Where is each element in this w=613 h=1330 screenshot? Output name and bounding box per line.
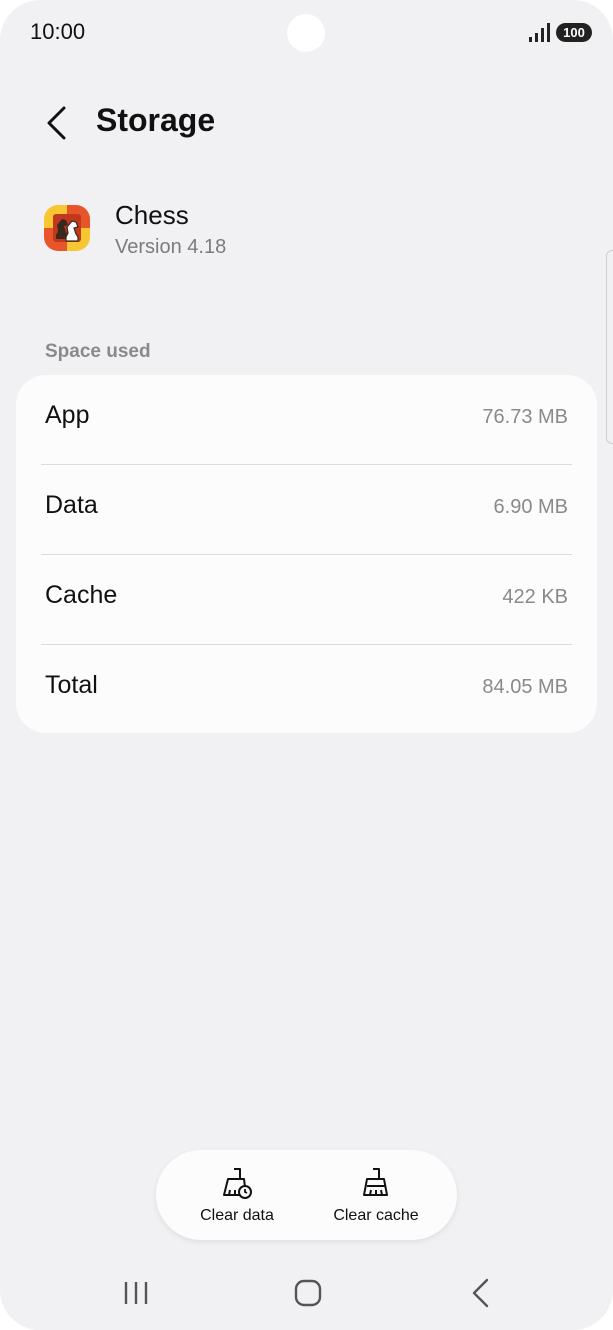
- broom-icon: [363, 1168, 388, 1196]
- clear-data-button[interactable]: Clear data: [162, 1150, 312, 1240]
- row-label: Total: [45, 671, 98, 699]
- navigation-bar: [0, 1260, 613, 1324]
- recent-apps-icon: [124, 1282, 148, 1304]
- home-button[interactable]: [278, 1272, 338, 1312]
- edge-panel-handle[interactable]: [606, 250, 613, 444]
- storage-row-cache: Cache 422 KB: [16, 555, 597, 644]
- back-icon: [472, 1278, 489, 1308]
- signal-icon: [529, 23, 550, 42]
- storage-row-app: App 76.73 MB: [16, 375, 597, 464]
- recent-apps-button[interactable]: [106, 1272, 166, 1312]
- broom-clock-icon: [223, 1168, 252, 1199]
- status-bar: 10:00 100: [0, 0, 613, 64]
- storage-screen: 10:00 100 Storage Chess Version 4.18 Spa…: [0, 0, 613, 1330]
- row-label: Cache: [45, 581, 118, 609]
- clear-cache-label: Clear cache: [333, 1207, 419, 1224]
- status-time: 10:00: [30, 19, 86, 44]
- chevron-left-icon: [47, 106, 66, 140]
- app-version: Version 4.18: [115, 236, 227, 258]
- home-icon: [294, 1279, 322, 1307]
- page-title: Storage: [96, 102, 216, 138]
- back-button[interactable]: [38, 100, 78, 146]
- storage-row-data: Data 6.90 MB: [16, 465, 597, 554]
- clear-data-label: Clear data: [200, 1207, 274, 1224]
- action-bar: Clear data Clear cache: [156, 1150, 457, 1240]
- space-used-card: App 76.73 MB Data 6.90 MB Cache 422 KB T…: [16, 375, 597, 733]
- space-used-label: Space used: [45, 341, 151, 362]
- camera-cutout: [287, 14, 325, 52]
- row-value: 76.73 MB: [482, 406, 568, 428]
- row-label: Data: [45, 491, 98, 519]
- clear-cache-button[interactable]: Clear cache: [301, 1150, 451, 1240]
- chess-app-icon: [44, 205, 90, 251]
- nav-back-button[interactable]: [450, 1272, 510, 1312]
- row-value: 422 KB: [502, 586, 568, 608]
- row-value: 6.90 MB: [493, 496, 568, 518]
- storage-row-total: Total 84.05 MB: [16, 645, 597, 734]
- row-value: 84.05 MB: [482, 676, 568, 698]
- battery-badge: 100: [556, 23, 592, 42]
- app-name: Chess: [115, 200, 189, 230]
- row-label: App: [45, 401, 90, 429]
